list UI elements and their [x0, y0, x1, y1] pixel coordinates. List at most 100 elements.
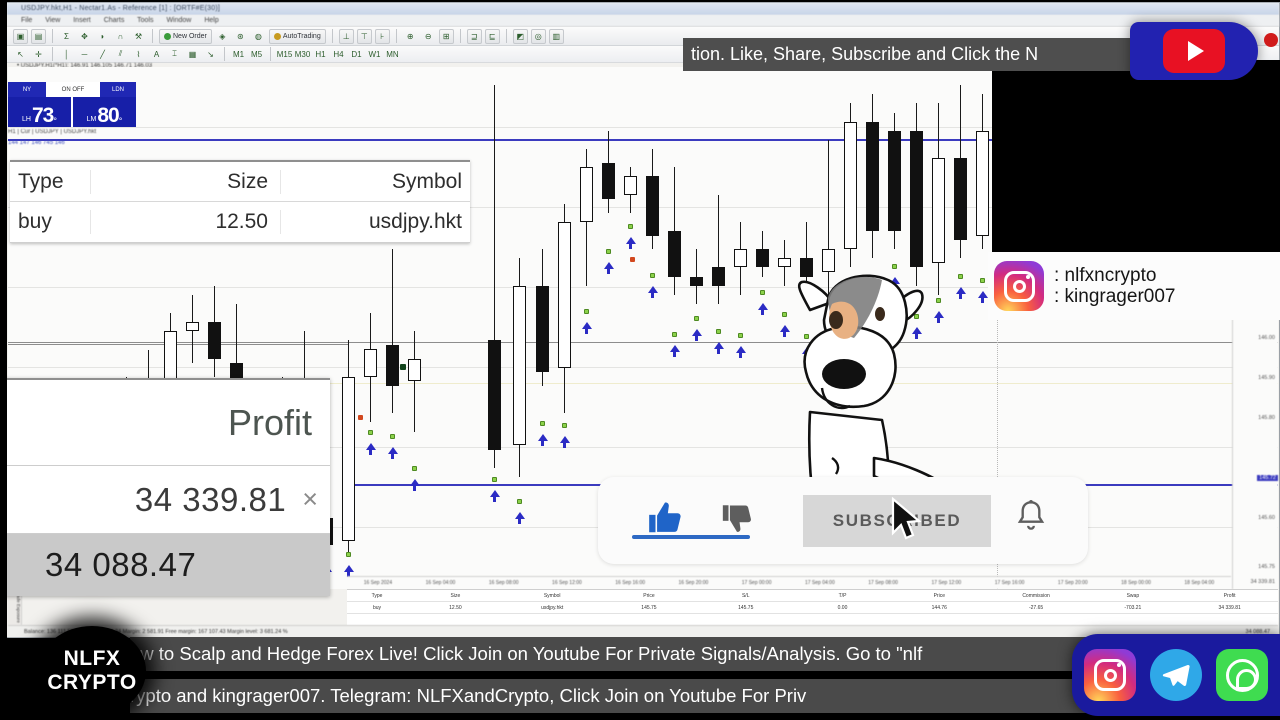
fibonacci-icon[interactable]: ⌇ [131, 47, 146, 62]
terminal-icon[interactable]: ∩ [113, 29, 128, 44]
grid-toggle-icon[interactable]: ⊑ [484, 28, 500, 44]
webcam-video-box [992, 60, 1280, 252]
autotrading-button[interactable]: AutoTrading [268, 28, 326, 44]
instagram-glyph [1003, 270, 1035, 302]
signal-dot [389, 434, 395, 440]
candlestick [756, 231, 769, 277]
timeframe-d1[interactable]: D1 [349, 47, 364, 62]
crosshair-icon[interactable]: ✛ [31, 47, 46, 62]
session-tab-right[interactable]: LDN [100, 82, 136, 97]
session-tab-left[interactable]: NY [8, 82, 46, 97]
session-tabs[interactable]: NY ON OFF LDN [8, 82, 136, 97]
signal-dot [759, 289, 765, 295]
candlestick [690, 249, 703, 304]
vertical-line-icon[interactable]: │ [59, 47, 74, 62]
timeframe-h1[interactable]: H1 [313, 47, 328, 62]
sub-symbol-line-1: H1 | Cur | USDJPY | USDJPY.hkt [8, 129, 97, 135]
text-icon[interactable]: A [149, 47, 164, 62]
navigator-icon[interactable]: ◗ [95, 29, 110, 44]
session-tab-middle[interactable]: ON OFF [46, 82, 100, 97]
market-watch-icon[interactable]: Σ [59, 29, 74, 44]
arrow-icon[interactable]: ↘ [203, 47, 218, 62]
zoom-in-icon[interactable]: ⊕ [403, 29, 418, 44]
notification-button[interactable] [1014, 499, 1048, 540]
terminal-column-header: Commission [1022, 592, 1050, 599]
label-icon[interactable]: ⌶ [167, 47, 182, 62]
menu-item-help[interactable]: Help [204, 17, 218, 24]
timeframe-h4[interactable]: H4 [331, 47, 346, 62]
signal-dot [583, 308, 589, 314]
menu-bar[interactable]: File View Insert Charts Tools Window Hel… [7, 15, 1279, 27]
profit-open-row[interactable]: 34 339.81 × [0, 466, 330, 534]
trade-row[interactable]: buy 12.50 usdjpy.hkt [10, 202, 470, 242]
timeframe-m30[interactable]: M30 [295, 47, 311, 62]
indicators-icon[interactable]: ◍ [251, 29, 266, 44]
time-axis[interactable]: 16 Sep 2024 16 Sep 04:00 16 Sep 08:00 16… [347, 576, 1231, 589]
time-tick: 17 Sep 12:00 [931, 580, 962, 586]
menu-item-view[interactable]: View [45, 17, 60, 24]
like-button[interactable] [632, 499, 750, 542]
low-label: LH [22, 116, 31, 123]
metaeditor-icon[interactable]: ◈ [215, 29, 230, 44]
time-tick: 17 Sep 04:00 [804, 580, 835, 586]
new-chart-icon[interactable]: ▣ [13, 28, 28, 44]
timeframe-m15[interactable]: M15 [277, 47, 293, 62]
timeframe-m1[interactable]: M1 [231, 47, 246, 62]
trade-header-row: Type Size Symbol [10, 162, 470, 202]
menu-item-tools[interactable]: Tools [137, 17, 153, 24]
whatsapp-icon[interactable] [1216, 649, 1268, 701]
instagram-icon[interactable] [1084, 649, 1136, 701]
instagram-handles-overlay: : nlfxncrypto : kingrager007 [988, 252, 1280, 320]
terminal-cell: 145.75 [641, 604, 657, 611]
equidistant-channel-icon[interactable]: ⫽ [113, 47, 128, 62]
signal-dot [693, 315, 699, 321]
session-clock-widget[interactable]: NY ON OFF LDN LH 73 ° LM 80 ° [8, 82, 136, 127]
terminal-data-row[interactable]: buy 12.50 usdjpy.hkt 145.75 145.75 0.00 144.76… [347, 602, 1278, 614]
line-chart-icon[interactable]: ⊦ [374, 28, 390, 44]
signal-dot [737, 332, 743, 338]
auto-scroll-icon[interactable]: ⊞ [438, 28, 454, 44]
strategy-tester-icon[interactable]: ⚒ [131, 29, 146, 44]
candlestick [668, 167, 681, 295]
trendline-icon[interactable]: ╱ [95, 47, 110, 62]
new-order-button[interactable]: New Order [159, 28, 212, 44]
sell-signal-dot [630, 257, 635, 262]
profit-total-value: 34 088.47 [45, 546, 197, 583]
timeframe-m5[interactable]: M5 [249, 47, 264, 62]
chart-shift-icon[interactable]: ⊒ [466, 28, 482, 44]
youtube-logo-panel[interactable] [1130, 22, 1258, 80]
horizontal-line-icon[interactable]: ─ [77, 47, 92, 62]
social-links-panel[interactable] [1072, 634, 1280, 716]
candlestick-chart-icon[interactable]: ⊤ [356, 28, 372, 44]
telegram-icon[interactable] [1150, 649, 1202, 701]
trade-summary-overlay: Type Size Symbol buy 12.50 usdjpy.hkt [10, 160, 470, 243]
close-position-icon[interactable]: × [302, 484, 318, 515]
candlestick [536, 249, 549, 386]
menu-item-file[interactable]: File [21, 17, 32, 24]
candlestick [386, 249, 399, 414]
terminal-panel[interactable]: Type Size Symbol Price S/L T/P Price Commission… [347, 589, 1278, 625]
terminal-cell: 144.76 [931, 604, 947, 611]
cursor-icon[interactable]: ↖ [13, 47, 28, 62]
zoom-out-icon[interactable]: ⊖ [421, 29, 436, 44]
expert-advisors-icon[interactable]: ⊛ [233, 29, 248, 44]
profit-total-row: 34 088.47 [0, 534, 330, 596]
timeframes-icon[interactable]: ◎ [530, 28, 546, 44]
bar-chart-icon[interactable]: ⊥ [338, 28, 354, 44]
timeframe-mn[interactable]: MN [385, 47, 400, 62]
signal-dot [605, 248, 611, 254]
terminal-cell: 34 339.81 [1218, 604, 1241, 611]
templates-icon[interactable]: ▥ [548, 28, 564, 44]
menu-item-window[interactable]: Window [166, 17, 191, 24]
rectangle-icon[interactable]: ▦ [185, 47, 200, 62]
menu-item-insert[interactable]: Insert [73, 17, 91, 24]
menu-item-charts[interactable]: Charts [104, 17, 125, 24]
mouse-cursor [891, 497, 922, 540]
candlestick [558, 203, 571, 414]
degree-symbol-high: ° [118, 116, 123, 126]
indicators-list-icon[interactable]: ◩ [512, 28, 528, 44]
brand-logo-line-1: NLFX [63, 647, 121, 670]
data-window-icon[interactable]: ✥ [77, 29, 92, 44]
profiles-icon[interactable]: ▤ [31, 28, 46, 44]
timeframe-w1[interactable]: W1 [367, 47, 382, 62]
